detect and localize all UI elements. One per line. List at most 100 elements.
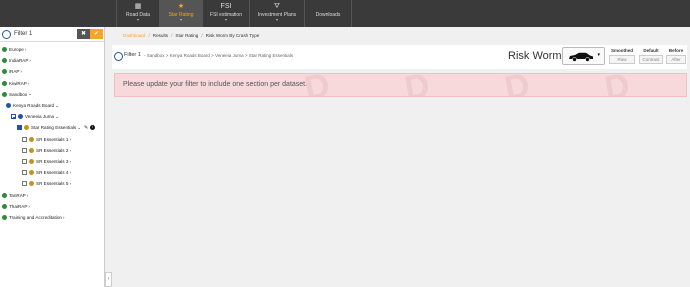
top-navigation-bar: ▦ Road Data ▾ ★ Star Rating ▾ FSI FSI estimatio… xyxy=(0,0,690,27)
expand-chevron-icon[interactable]: ⌄ xyxy=(77,125,81,131)
status-dot xyxy=(24,125,29,131)
fsi-icon: FSI xyxy=(220,3,232,10)
expand-chevron-icon[interactable]: › xyxy=(20,69,22,74)
alert-message: Please update your filter to include one… xyxy=(123,81,308,88)
tree-node-label: Europe xyxy=(9,47,24,53)
status-dot xyxy=(29,136,34,142)
status-dot xyxy=(18,114,23,120)
expand-chevron-icon[interactable]: › xyxy=(69,137,71,142)
apply-filter-button[interactable]: ✔ xyxy=(90,29,103,39)
expand-chevron-icon[interactable]: › xyxy=(29,58,31,63)
collapse-panel-button[interactable]: ‹ xyxy=(105,272,112,287)
nav-tab-road-data[interactable]: ▦ Road Data ▾ xyxy=(117,0,159,27)
status-dot xyxy=(2,192,7,198)
breadcrumb-item[interactable]: Dashboard xyxy=(123,33,145,38)
filter-title[interactable]: Filter 1 xyxy=(14,31,77,37)
nav-tab-downloads[interactable]: Downloads xyxy=(305,0,351,27)
tree-node-label: KiwiRAP xyxy=(9,80,27,86)
watermark: D xyxy=(401,73,433,97)
toggle-option-button[interactable]: After xyxy=(666,55,686,64)
tree-node[interactable]: Training and Accreditation › xyxy=(0,212,104,223)
car-icon xyxy=(569,52,593,62)
filter-panel: Filter 1 ✖ ✔ Europe › IndiaRAP › iRAP › KiwiRA… xyxy=(0,27,105,287)
nav-tab-fsi-estimation[interactable]: FSI FSI estimation ▾ xyxy=(203,0,249,27)
watermark: D xyxy=(601,73,633,97)
nav-separator xyxy=(351,0,352,27)
checkbox[interactable] xyxy=(22,136,27,142)
tree-node[interactable]: Star Rating Essentials ⌄ ✎ i xyxy=(0,122,104,133)
star-icon: ★ xyxy=(177,3,185,10)
expand-chevron-icon[interactable]: › xyxy=(28,81,30,86)
tree-node-label: Veneeia Juma xyxy=(25,114,55,120)
tree-node-label: Star Rating Essentials xyxy=(31,125,77,131)
nav-tab-investment-plans[interactable]: ⛛ Investment Plans ▾ xyxy=(250,0,304,27)
toggle-option-active[interactable]: Default xyxy=(639,47,663,54)
expand-chevron-icon[interactable]: › xyxy=(63,215,65,220)
tree-node[interactable]: KiwiRAP › xyxy=(0,78,104,89)
tree-node-label: Training and Accreditation xyxy=(9,214,62,220)
chevron-down-icon: ▾ xyxy=(275,17,278,22)
tree-node-label: IndiaRAP xyxy=(9,58,29,64)
tree-node[interactable]: Sandbox ⌄ xyxy=(0,89,104,100)
filter-ring-icon xyxy=(2,29,11,39)
node-tools: ✎ i xyxy=(84,125,96,131)
tree-node[interactable]: ThaiRAP › xyxy=(0,201,104,212)
breadcrumb-separator: / xyxy=(171,33,173,38)
toggle-option-active[interactable]: Before xyxy=(666,47,686,54)
tree-node[interactable]: Kenya Roads Board ⌄ xyxy=(0,100,104,111)
checkbox[interactable] xyxy=(22,158,27,164)
checkbox[interactable] xyxy=(22,170,27,176)
expand-chevron-icon[interactable]: › xyxy=(69,170,71,175)
toggle-option-button[interactable]: Raw xyxy=(609,55,635,64)
tree-node[interactable]: iRAP › xyxy=(0,66,104,77)
toggle-option-active[interactable]: Smoothed xyxy=(609,47,635,54)
status-dot xyxy=(29,181,34,187)
checkbox[interactable] xyxy=(22,181,27,187)
download-icon xyxy=(305,3,351,12)
tree-node[interactable]: SR Essentials 3 › xyxy=(0,156,104,167)
toggle-group: Smoothed Raw xyxy=(609,47,635,65)
expand-chevron-icon[interactable]: › xyxy=(69,148,71,153)
nav-tab-label: Downloads xyxy=(315,12,341,18)
tree-node-label: SR Essentials 2 xyxy=(36,147,69,153)
checkbox[interactable] xyxy=(17,125,22,131)
nav-tab-star-rating[interactable]: ★ Star Rating ▾ xyxy=(160,0,202,27)
toggle-option-button[interactable]: Contrast xyxy=(639,55,663,64)
expand-chevron-icon[interactable]: › xyxy=(25,47,27,52)
tree-node[interactable]: SR Essentials 4 › xyxy=(0,167,104,178)
report-title: Risk Worm xyxy=(508,50,562,62)
tree-node[interactable]: SR Essentials 2 › xyxy=(0,145,104,156)
expand-chevron-icon[interactable]: › xyxy=(69,159,71,164)
toggle-group: Default Contrast xyxy=(639,47,663,65)
expand-chevron-icon[interactable]: ⌄ xyxy=(55,114,59,120)
tree-node[interactable]: TanRAP › xyxy=(0,189,104,200)
breadcrumb-separator: / xyxy=(201,33,203,38)
expand-chevron-icon[interactable]: › xyxy=(28,204,30,209)
checkbox[interactable] xyxy=(11,114,16,120)
pencil-icon[interactable]: ✎ xyxy=(84,125,88,131)
checkbox[interactable] xyxy=(22,147,27,153)
tree-node[interactable]: Veneeia Juma ⌄ xyxy=(0,111,104,122)
tree-node-label: Sandbox xyxy=(9,91,28,97)
tree-node[interactable]: IndiaRAP › xyxy=(0,55,104,66)
vehicle-type-dropdown[interactable]: ▾ xyxy=(562,47,605,65)
info-icon[interactable]: i xyxy=(90,125,96,131)
clear-filter-button[interactable]: ✖ xyxy=(77,29,90,39)
expand-chevron-icon[interactable]: ⌄ xyxy=(28,91,32,97)
breadcrumb-separator: / xyxy=(148,33,150,38)
tree-node-label: iRAP xyxy=(9,69,20,75)
expand-chevron-icon[interactable]: › xyxy=(69,181,71,186)
expand-chevron-icon[interactable]: ⌄ xyxy=(55,103,59,109)
tree-node[interactable]: SR Essentials 5 › xyxy=(0,178,104,189)
filter-ring-icon xyxy=(114,52,123,61)
tree-node[interactable]: SR Essentials 1 › xyxy=(0,134,104,145)
status-dot xyxy=(2,80,7,86)
chevron-down-icon: ▾ xyxy=(597,52,600,58)
breadcrumb-item[interactable]: Star Rating xyxy=(175,33,198,38)
expand-chevron-icon[interactable]: › xyxy=(27,193,29,198)
status-dot xyxy=(2,214,7,220)
report-header-card: Filter 1 - Sandbox > Kenya Roads Board >… xyxy=(112,45,687,69)
tree-node[interactable]: Europe › xyxy=(0,44,104,55)
breadcrumb-item[interactable]: Results xyxy=(153,33,168,38)
card-filter-path: - Sandbox > Kenya Roads Board > Veneeia … xyxy=(144,53,293,58)
